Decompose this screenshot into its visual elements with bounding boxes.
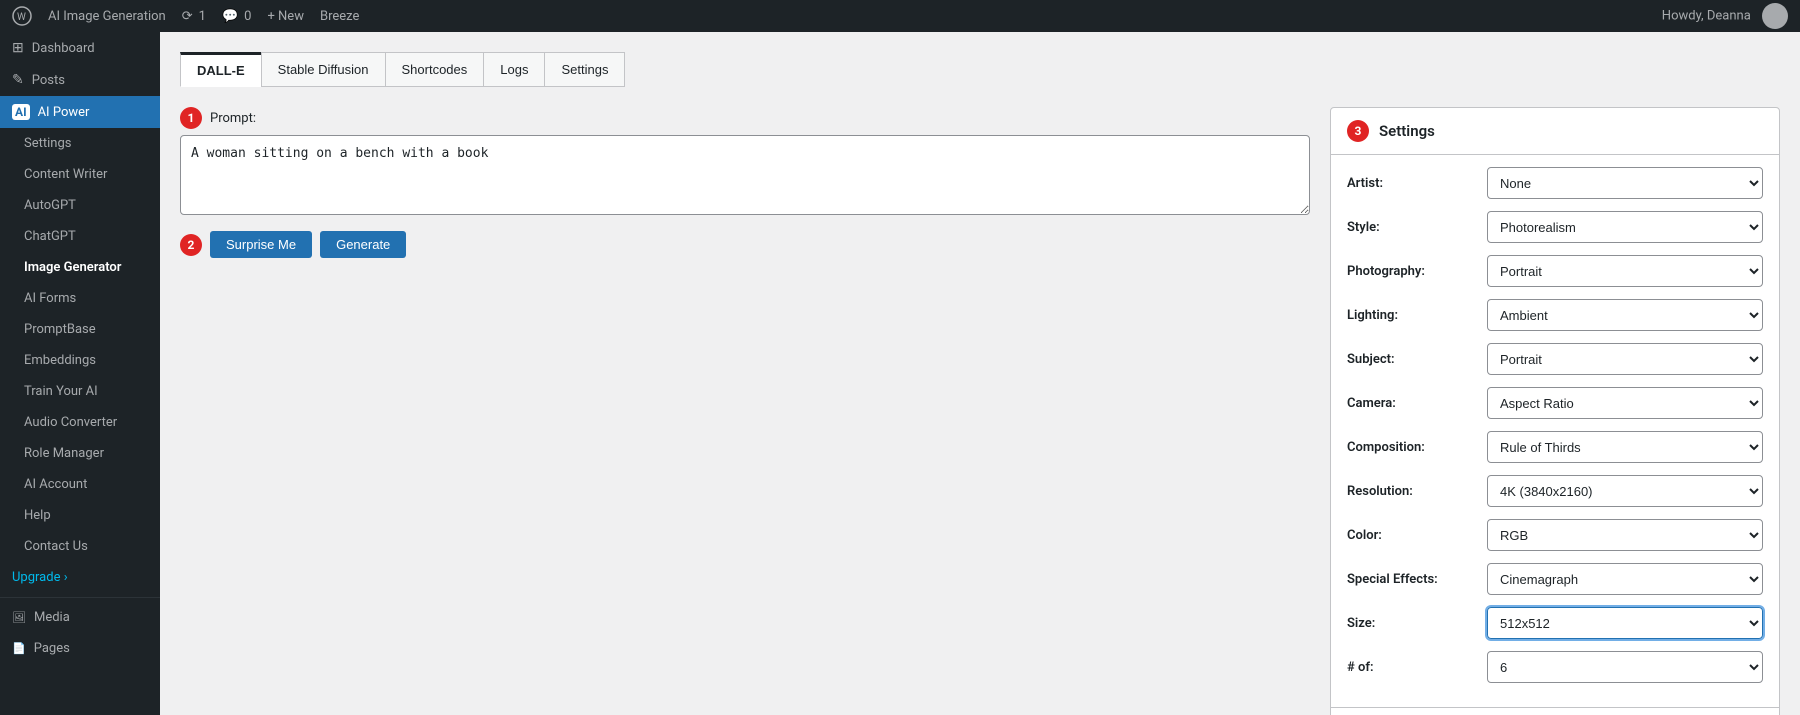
composition-label: Composition: <box>1347 440 1487 455</box>
sidebar-item-settings[interactable]: Settings <box>0 128 160 159</box>
color-select[interactable]: RGB <box>1487 519 1763 551</box>
updates-button[interactable]: ⟳ 1 <box>182 9 206 24</box>
settings-footer: Set as Default <box>1331 707 1779 715</box>
artist-select[interactable]: None <box>1487 167 1763 199</box>
artist-row: Artist: None <box>1347 167 1763 199</box>
update-icon: ⟳ <box>182 9 193 24</box>
prompt-textarea[interactable] <box>180 135 1310 215</box>
sidebar-separator <box>0 597 160 598</box>
left-panel: 1 Prompt: 2 Surprise Me Generate <box>180 107 1310 715</box>
sidebar-item-content-writer[interactable]: Content Writer <box>0 159 160 190</box>
sidebar-item-train-your-ai[interactable]: Train Your AI <box>0 376 160 407</box>
sidebar-item-media[interactable]: 🖼 Media <box>0 602 160 633</box>
tab-stable-diffusion[interactable]: Stable Diffusion <box>261 52 386 87</box>
style-row: Style: Photorealism <box>1347 211 1763 243</box>
sidebar-item-autogpt[interactable]: AutoGPT <box>0 190 160 221</box>
special-effects-select[interactable]: Cinemagraph <box>1487 563 1763 595</box>
camera-row: Camera: Aspect Ratio <box>1347 387 1763 419</box>
resolution-label: Resolution: <box>1347 484 1487 499</box>
tab-shortcodes[interactable]: Shortcodes <box>385 52 485 87</box>
sidebar-item-role-manager[interactable]: Role Manager <box>0 438 160 469</box>
action-row: 2 Surprise Me Generate <box>180 231 1310 258</box>
num-of-select[interactable]: 6 <box>1487 651 1763 683</box>
settings-body: Artist: None Style: Photorealism <box>1331 155 1779 707</box>
size-select[interactable]: 512x512 <box>1487 607 1763 639</box>
comments-button[interactable]: 💬 0 <box>222 9 252 24</box>
photography-label: Photography: <box>1347 264 1487 279</box>
step2-badge: 2 <box>180 234 202 256</box>
style-label: Style: <box>1347 220 1487 235</box>
sidebar-item-chatgpt[interactable]: ChatGPT <box>0 221 160 252</box>
main-content: DALL-E Stable Diffusion Shortcodes Logs … <box>160 32 1800 715</box>
subject-label: Subject: <box>1347 352 1487 367</box>
new-content-button[interactable]: + New <box>267 9 304 24</box>
sidebar-item-embeddings[interactable]: Embeddings <box>0 345 160 376</box>
media-icon: 🖼 <box>12 611 26 624</box>
color-label: Color: <box>1347 528 1487 543</box>
step1-badge: 1 <box>180 107 202 129</box>
step3-badge: 3 <box>1347 120 1369 142</box>
user-avatar <box>1762 3 1788 29</box>
sidebar-item-help[interactable]: Help <box>0 500 160 531</box>
plugin-label[interactable]: Breeze <box>320 9 359 24</box>
tab-settings[interactable]: Settings <box>544 52 625 87</box>
sidebar-item-ai-power[interactable]: AI AI Power <box>0 96 160 128</box>
sidebar-item-upgrade[interactable]: Upgrade › <box>0 562 160 593</box>
num-of-label: # of: <box>1347 660 1487 675</box>
style-select[interactable]: Photorealism <box>1487 211 1763 243</box>
ai-power-icon: AI <box>12 104 30 120</box>
sidebar-item-contact-us[interactable]: Contact Us <box>0 531 160 562</box>
sidebar-item-audio-converter[interactable]: Audio Converter <box>0 407 160 438</box>
special-effects-label: Special Effects: <box>1347 572 1487 587</box>
resolution-row: Resolution: 4K (3840x2160) <box>1347 475 1763 507</box>
composition-row: Composition: Rule of Thirds <box>1347 431 1763 463</box>
tab-logs[interactable]: Logs <box>483 52 545 87</box>
camera-select[interactable]: Aspect Ratio <box>1487 387 1763 419</box>
pages-icon: 📄 <box>12 642 26 655</box>
admin-bar: W AI Image Generation ⟳ 1 💬 0 + New Bree… <box>0 0 1800 32</box>
camera-label: Camera: <box>1347 396 1487 411</box>
color-row: Color: RGB <box>1347 519 1763 551</box>
photography-row: Photography: Portrait <box>1347 255 1763 287</box>
surprise-me-button[interactable]: Surprise Me <box>210 231 312 258</box>
sidebar-item-ai-forms[interactable]: AI Forms <box>0 283 160 314</box>
wp-logo-button[interactable]: W <box>12 6 32 26</box>
subject-select[interactable]: Portrait <box>1487 343 1763 375</box>
prompt-label-row: 1 Prompt: <box>180 107 1310 129</box>
tab-dall-e[interactable]: DALL-E <box>180 52 262 87</box>
num-of-row: # of: 6 <box>1347 651 1763 683</box>
sidebar-item-dashboard[interactable]: ⊞ Dashboard <box>0 32 160 64</box>
settings-header: 3 Settings <box>1331 108 1779 155</box>
sidebar-item-pages[interactable]: 📄 Pages <box>0 633 160 664</box>
generate-button[interactable]: Generate <box>320 231 406 258</box>
content-layout: 1 Prompt: 2 Surprise Me Generate 3 Setti… <box>180 107 1780 715</box>
special-effects-row: Special Effects: Cinemagraph <box>1347 563 1763 595</box>
prompt-label: Prompt: <box>210 111 256 126</box>
lighting-row: Lighting: Ambient <box>1347 299 1763 331</box>
composition-select[interactable]: Rule of Thirds <box>1487 431 1763 463</box>
subject-row: Subject: Portrait <box>1347 343 1763 375</box>
tabs-bar: DALL-E Stable Diffusion Shortcodes Logs … <box>180 52 1780 87</box>
posts-icon: ✎ <box>12 72 24 88</box>
svg-text:W: W <box>17 12 26 23</box>
comment-icon: 💬 <box>222 9 238 24</box>
user-greeting: Howdy, Deanna <box>1662 3 1788 29</box>
resolution-select[interactable]: 4K (3840x2160) <box>1487 475 1763 507</box>
settings-title: Settings <box>1379 122 1435 140</box>
sidebar-item-ai-account[interactable]: AI Account <box>0 469 160 500</box>
size-label: Size: <box>1347 616 1487 631</box>
dashboard-icon: ⊞ <box>12 40 24 56</box>
sidebar: ⊞ Dashboard ✎ Posts AI AI Power Settings… <box>0 32 160 715</box>
site-name[interactable]: AI Image Generation <box>48 9 166 24</box>
lighting-label: Lighting: <box>1347 308 1487 323</box>
sidebar-item-image-generator[interactable]: Image Generator <box>0 252 160 283</box>
right-panel: 3 Settings Artist: None S <box>1330 107 1780 715</box>
size-row: Size: 512x512 <box>1347 607 1763 639</box>
photography-select[interactable]: Portrait <box>1487 255 1763 287</box>
sidebar-item-promptbase[interactable]: PromptBase <box>0 314 160 345</box>
artist-label: Artist: <box>1347 176 1487 191</box>
lighting-select[interactable]: Ambient <box>1487 299 1763 331</box>
sidebar-item-posts[interactable]: ✎ Posts <box>0 64 160 96</box>
settings-card: 3 Settings Artist: None S <box>1330 107 1780 715</box>
